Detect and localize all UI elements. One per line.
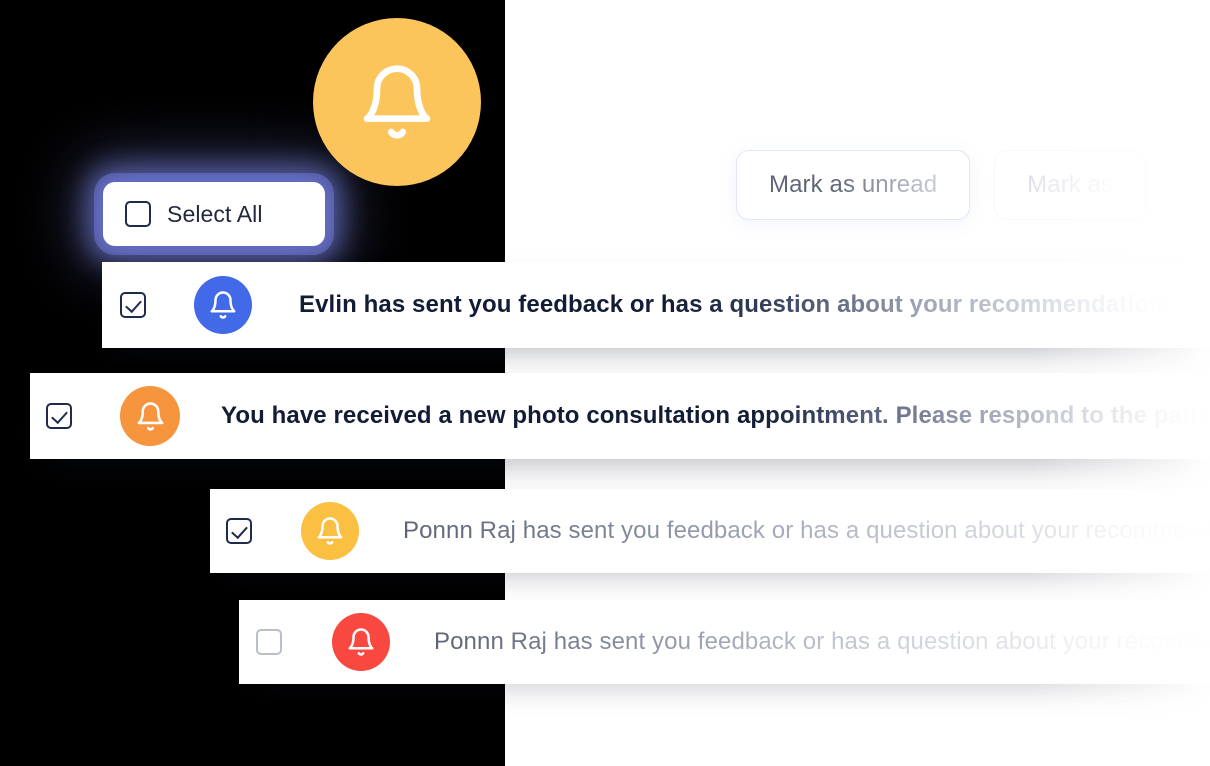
notification-row[interactable]: You have received a new photo consultati… <box>30 373 1210 459</box>
notification-text: Ponnn Raj has sent you feedback or has a… <box>434 628 1210 656</box>
notification-checkbox[interactable] <box>120 292 146 318</box>
notification-row[interactable]: Ponnn Raj has sent you feedback or has a… <box>210 489 1210 573</box>
select-all-card[interactable]: Select All <box>103 182 325 246</box>
bulk-actions-toolbar: Mark as unread Mark as <box>736 150 1147 220</box>
bell-icon <box>357 62 437 142</box>
notification-text: You have received a new photo consultati… <box>221 402 1210 430</box>
notification-text: Ponnn Raj has sent you feedback or has a… <box>403 517 1210 545</box>
notification-checkbox[interactable] <box>226 518 252 544</box>
bell-icon <box>120 386 180 446</box>
mark-as-read-button[interactable]: Mark as <box>994 150 1147 220</box>
bell-icon <box>301 502 359 560</box>
bell-icon <box>332 613 390 671</box>
mark-as-unread-label: Mark as unread <box>769 171 938 198</box>
mark-as-read-label: Mark as <box>1027 171 1114 198</box>
notification-checkbox[interactable] <box>46 403 72 429</box>
notifications-showcase: Mark as unread Mark as Select All Evlin … <box>0 0 1210 766</box>
notification-row[interactable]: Ponnn Raj has sent you feedback or has a… <box>239 600 1210 684</box>
mark-as-unread-button[interactable]: Mark as unread <box>736 150 971 220</box>
notification-text: Evlin has sent you feedback or has a que… <box>299 291 1178 318</box>
notification-checkbox[interactable] <box>256 629 282 655</box>
select-all-checkbox[interactable] <box>125 201 151 227</box>
hero-bell-badge <box>313 18 481 186</box>
select-all-label: Select All <box>167 200 263 227</box>
notification-row[interactable]: Evlin has sent you feedback or has a que… <box>102 262 1210 348</box>
bell-icon <box>194 276 252 334</box>
